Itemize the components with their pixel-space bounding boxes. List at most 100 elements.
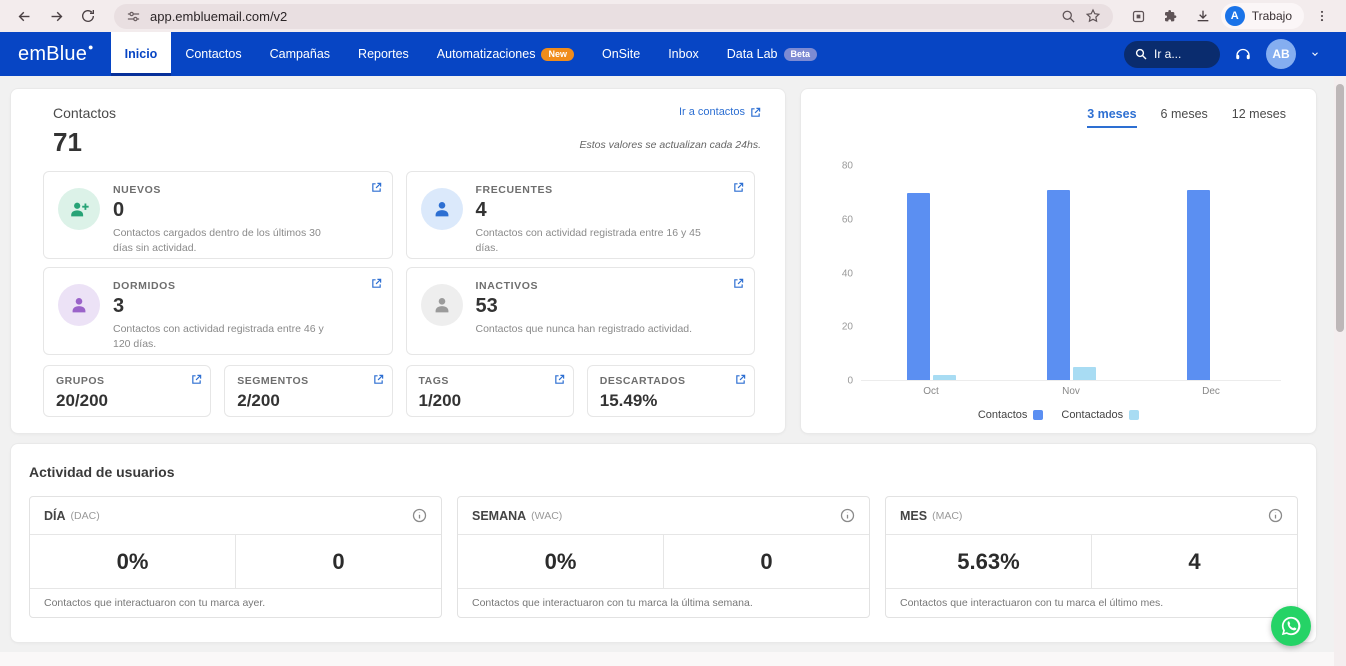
nav-item-data-lab[interactable]: Data Lab Beta — [713, 32, 831, 76]
activity-card-header: DÍA (DAC) — [30, 497, 441, 535]
tab-6-meses[interactable]: 6 meses — [1161, 107, 1208, 128]
external-link-icon[interactable] — [554, 374, 565, 385]
tile-value: 0 — [113, 199, 343, 222]
external-link-icon[interactable] — [733, 182, 744, 193]
downloads-button[interactable] — [1189, 3, 1217, 29]
dashboard-content: Contactos 71 Ir a contactos Estos valore… — [0, 76, 1346, 666]
tile-desc: Contactos con actividad registrada entre… — [476, 226, 706, 255]
bar-group-nov: Nov — [1001, 166, 1141, 380]
info-icon[interactable] — [840, 508, 855, 523]
chart-range-tabs: 3 meses 6 meses 12 meses — [1087, 107, 1286, 128]
support-button[interactable] — [1234, 45, 1252, 63]
tab-3-meses[interactable]: 3 meses — [1087, 107, 1136, 128]
external-link-icon[interactable] — [371, 278, 382, 289]
activity-numbers: 5.63% 4 — [886, 535, 1297, 588]
stat-segmentos: SEGMENTOS 2/200 — [224, 365, 392, 417]
activity-code: (MAC) — [932, 510, 962, 522]
nav-item-inbox[interactable]: Inbox — [654, 32, 713, 76]
tile-nuevos: NUEVOS 0 Contactos cargados dentro de lo… — [43, 171, 393, 259]
scrollbar-thumb[interactable] — [1336, 84, 1344, 332]
tile-frecuentes: FRECUENTES 4 Contactos con actividad reg… — [406, 171, 756, 259]
browser-forward-button[interactable] — [42, 3, 70, 29]
tile-desc: Contactos con actividad registrada entre… — [113, 322, 343, 351]
whatsapp-button[interactable] — [1271, 606, 1311, 646]
person-sleep-icon — [58, 284, 100, 326]
activity-count: 0 — [236, 535, 441, 588]
emblue-logo[interactable]: emBlue● — [18, 32, 93, 76]
tile-label: INACTIVOS — [476, 280, 693, 292]
activity-numbers: 0% 0 — [458, 535, 869, 588]
navbar-right: Ir a... AB — [1124, 32, 1346, 76]
browser-refresh-button[interactable] — [74, 3, 102, 29]
puzzle-icon — [1163, 8, 1179, 24]
user-avatar[interactable]: AB — [1266, 39, 1296, 69]
global-search-input[interactable]: Ir a... — [1124, 41, 1220, 68]
page-scrollbar[interactable] — [1334, 76, 1346, 666]
site-info-icon[interactable] — [126, 9, 141, 24]
browser-menu-button[interactable] — [1308, 3, 1336, 29]
shield-extension-icon[interactable] — [1125, 3, 1153, 29]
nav-item-campanas[interactable]: Campañas — [256, 32, 344, 76]
user-activity-card: Actividad de usuarios DÍA (DAC) 0% 0 Con… — [10, 443, 1317, 643]
update-note: Estos valores se actualizan cada 24hs. — [579, 139, 761, 151]
stat-label: SEGMENTOS — [237, 375, 379, 387]
activity-percent: 5.63% — [886, 535, 1092, 588]
contacts-card: Contactos 71 Ir a contactos Estos valore… — [10, 88, 786, 434]
external-link-icon[interactable] — [735, 374, 746, 385]
contacts-chart-card: 3 meses 6 meses 12 meses 020406080 OctNo… — [800, 88, 1317, 434]
activity-desc: Contactos que interactuaron con tu marca… — [30, 588, 441, 617]
browser-back-button[interactable] — [10, 3, 38, 29]
activity-percent: 0% — [30, 535, 236, 588]
nav-item-onsite[interactable]: OnSite — [588, 32, 654, 76]
url-text: app.embluemail.com/v2 — [150, 9, 287, 24]
person-add-icon — [58, 188, 100, 230]
external-link-icon[interactable] — [371, 182, 382, 193]
nav-item-contactos[interactable]: Contactos — [171, 32, 255, 76]
external-link-icon[interactable] — [191, 374, 202, 385]
bookmark-star-icon[interactable] — [1085, 8, 1101, 24]
tile-value: 53 — [476, 295, 693, 318]
nav-label: Contactos — [185, 47, 241, 61]
stat-label: DESCARTADOS — [600, 375, 742, 387]
browser-profile-chip[interactable]: A Trabajo — [1221, 3, 1304, 29]
nav-item-reportes[interactable]: Reportes — [344, 32, 423, 76]
tile-value: 4 — [476, 199, 706, 222]
extensions-button[interactable] — [1157, 3, 1185, 29]
chart-legend: ContactosContactados — [801, 409, 1316, 421]
activity-code: (WAC) — [531, 510, 562, 522]
external-link-icon[interactable] — [733, 278, 744, 289]
activity-card-dia: DÍA (DAC) 0% 0 Contactos que interactuar… — [29, 496, 442, 618]
chevron-down-icon[interactable] — [1310, 49, 1320, 59]
y-tick-label: 0 — [821, 376, 853, 387]
activity-percent: 0% — [458, 535, 664, 588]
nav-item-automatizaciones[interactable]: Automatizaciones New — [423, 32, 588, 76]
profile-avatar: A — [1225, 6, 1245, 26]
url-bar[interactable]: app.embluemail.com/v2 — [114, 4, 1113, 29]
external-link-icon — [750, 107, 761, 118]
activity-desc: Contactos que interactuaron con tu marca… — [886, 588, 1297, 617]
external-link-icon[interactable] — [373, 374, 384, 385]
bar-contactos-oct — [907, 193, 930, 380]
activity-card-mes: MES (MAC) 5.63% 4 Contactos que interact… — [885, 496, 1298, 618]
tile-value: 3 — [113, 295, 343, 318]
tile-desc: Contactos que nunca han registrado activ… — [476, 322, 693, 337]
activity-code: (DAC) — [71, 510, 100, 522]
info-icon[interactable] — [412, 508, 427, 523]
y-tick-label: 40 — [821, 268, 853, 279]
tab-12-meses[interactable]: 12 meses — [1232, 107, 1286, 128]
nav-label: Inicio — [125, 47, 158, 61]
back-arrow-icon — [16, 8, 33, 25]
go-to-contacts-link[interactable]: Ir a contactos — [679, 106, 761, 118]
stat-value: 1/200 — [419, 391, 561, 411]
stat-descartados: DESCARTADOS 15.49% — [587, 365, 755, 417]
stat-value: 15.49% — [600, 391, 742, 411]
contact-stats-row: GRUPOS 20/200 SEGMENTOS 2/200 TAGS 1/200… — [43, 365, 755, 417]
three-dots-icon — [1315, 9, 1329, 23]
nav-item-inicio[interactable]: Inicio — [111, 32, 172, 76]
new-badge: New — [541, 48, 574, 61]
legend-item-contactados: Contactados — [1061, 409, 1139, 421]
activity-cards: DÍA (DAC) 0% 0 Contactos que interactuar… — [29, 496, 1298, 618]
info-icon[interactable] — [1268, 508, 1283, 523]
y-tick-label: 20 — [821, 322, 853, 333]
zoom-icon[interactable] — [1061, 9, 1076, 24]
